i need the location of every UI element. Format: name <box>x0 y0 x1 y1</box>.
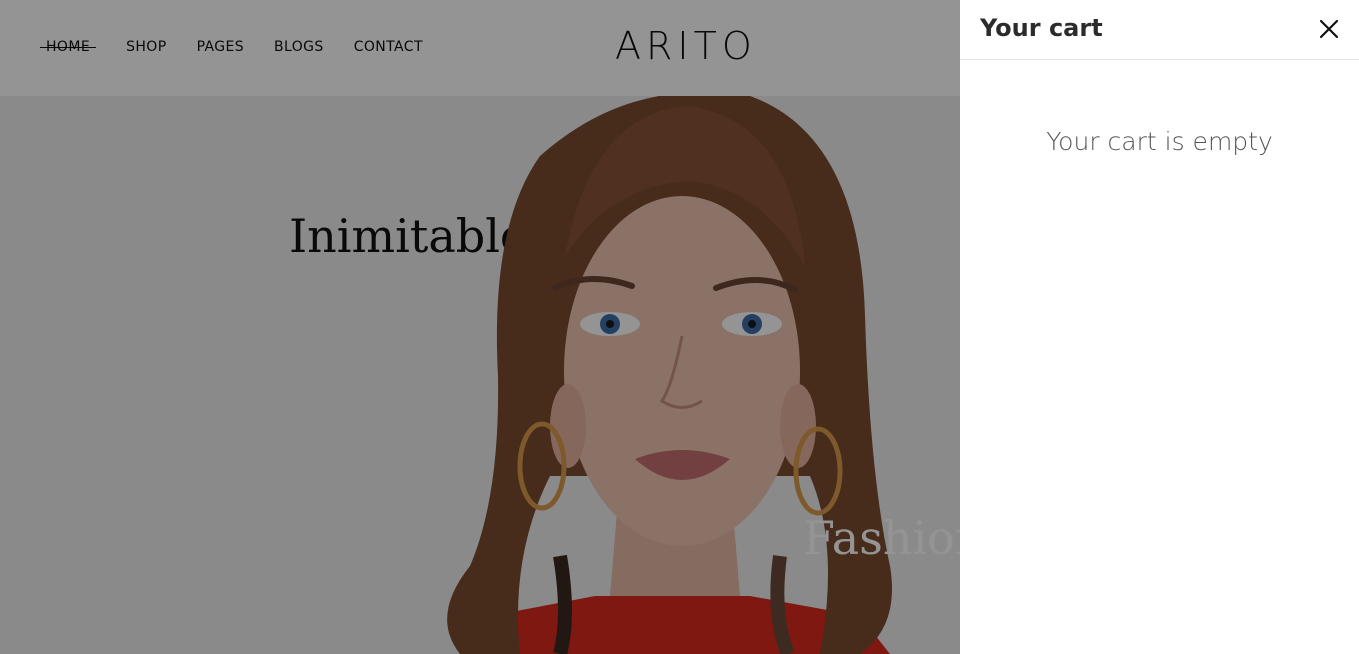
cart-title: Your cart <box>980 14 1103 42</box>
cart-drawer: Your cart Your cart is empty <box>960 0 1359 654</box>
cart-empty-message: Your cart is empty <box>1046 127 1273 156</box>
cart-header: Your cart <box>960 0 1359 60</box>
close-icon[interactable] <box>1317 17 1341 41</box>
